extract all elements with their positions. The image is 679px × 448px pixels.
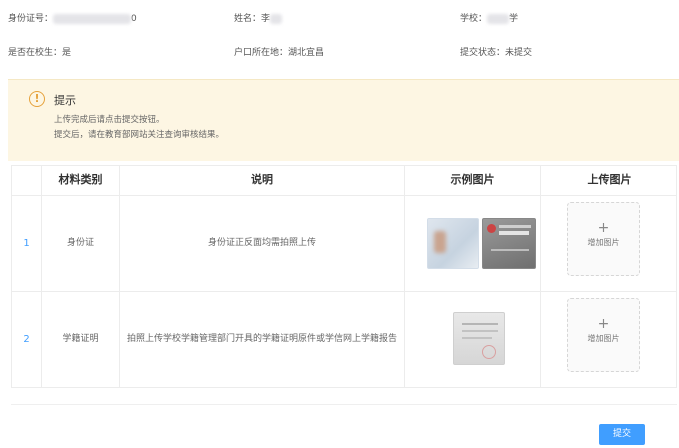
notice-line-2: 提交后，请在教育部网站关注查询审核结果。 [54, 130, 225, 140]
name-redacted [270, 13, 283, 24]
submit-status-value: 未提交 [505, 48, 533, 58]
header-category: 材料类别 [58, 173, 103, 186]
id-number-label: 身份证号： [8, 14, 54, 24]
header-example-image: 示例图片 [450, 173, 495, 186]
notice-title: 提示 [54, 94, 76, 107]
id-number-redacted [53, 13, 132, 24]
upload-label: 增加图片 [587, 334, 620, 343]
enrolled-value: 是 [62, 48, 72, 58]
hukou-value: 湖北宜昌 [288, 48, 325, 58]
name-label: 姓名： [234, 14, 262, 24]
id-number-field: 身份证号： 0 [8, 11, 137, 24]
example-enrollment-certificate-image [453, 312, 505, 365]
school-label: 学校： [460, 14, 488, 24]
enrolled-label: 是否在校生： [8, 48, 63, 58]
notice-line-1: 上传完成后请点击提交按钮。 [54, 115, 165, 125]
row-description-2: 拍照上传学校学籍管理部门开具的学籍证明原件或学信网上学籍报告 [126, 334, 397, 345]
name-value: 李 [261, 14, 271, 24]
school-redacted [487, 13, 510, 24]
plus-icon: + [597, 220, 610, 236]
school-field: 学校： 学 [460, 11, 518, 24]
row-index-1: 1 [23, 237, 30, 249]
school-tail: 学 [509, 14, 519, 24]
materials-table: 材料类别 说明 示例图片 上传图片 1 身份证 身份证正反面均需拍照上传 + 增… [11, 165, 677, 388]
row-category-2: 学籍证明 [62, 334, 99, 345]
upload-id-card-button[interactable]: + 增加图片 [567, 202, 640, 276]
row-category-1: 身份证 [66, 237, 94, 248]
header-description: 说明 [251, 173, 273, 186]
name-field: 姓名：李 [234, 11, 283, 24]
warning-icon: ! [29, 91, 45, 107]
upload-enrollment-certificate-button[interactable]: + 增加图片 [567, 298, 640, 372]
submit-status-field: 提交状态：未提交 [460, 45, 532, 58]
plus-icon: + [597, 316, 610, 332]
applicant-info: 身份证号： 0 姓名：李 学校： 学 是否在校生：是 户口所在地：湖北宜昌 提交状态… [0, 0, 679, 68]
submit-status-label: 提交状态： [460, 48, 506, 58]
header-upload-image: 上传图片 [587, 173, 632, 186]
example-id-back-image [482, 218, 536, 269]
hukou-field: 户口所在地：湖北宜昌 [234, 45, 324, 58]
enrolled-field: 是否在校生：是 [8, 45, 71, 58]
submit-button[interactable]: 提交 [599, 424, 645, 445]
hukou-label: 户口所在地： [234, 48, 289, 58]
row-index-2: 2 [23, 334, 30, 346]
row-description-1: 身份证正反面均需拍照上传 [207, 237, 316, 248]
upload-label: 增加图片 [587, 238, 620, 247]
example-id-front-image [427, 218, 479, 269]
footer-divider [11, 404, 677, 405]
id-number-tail: 0 [131, 14, 137, 24]
notice-banner: ! 提示 上传完成后请点击提交按钮。 提交后，请在教育部网站关注查询审核结果。 [8, 79, 679, 161]
